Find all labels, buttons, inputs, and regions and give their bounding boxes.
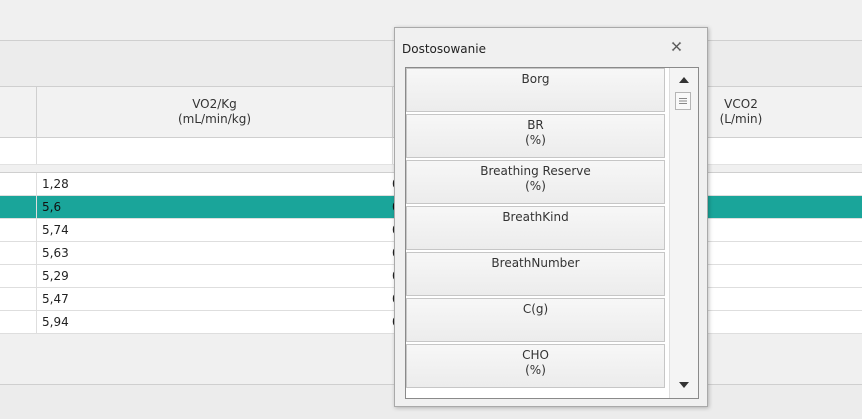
cell-vo2kg[interactable]: 5,29 (42, 265, 69, 287)
customization-popup: Dostosowanie Borg BR (%) Breathing Reser… (394, 27, 708, 407)
close-icon[interactable] (669, 39, 683, 53)
list-item-label: BreathNumber (491, 256, 580, 270)
popup-title: Dostosowanie (402, 42, 486, 56)
vertical-scrollbar[interactable] (669, 68, 698, 398)
list-item-unit: (%) (525, 133, 546, 147)
list-item-breathing-reserve[interactable]: Breathing Reserve (%) (406, 160, 665, 204)
column-header-label: VO2/Kg (192, 97, 237, 111)
list-item-label: BreathKind (502, 210, 569, 224)
cell-vo2kg[interactable]: 5,47 (42, 288, 69, 310)
list-item-label: C(g) (522, 302, 549, 316)
cell-vo2kg[interactable]: 5,63 (42, 242, 69, 264)
scroll-down-arrow-icon[interactable] (676, 378, 692, 392)
column-header-unit: (L/min) (719, 112, 763, 126)
row-separator (36, 288, 37, 310)
cell-vo2kg[interactable]: 1,28 (42, 173, 69, 195)
column-header-vo2kg[interactable]: VO2/Kg (mL/min/kg) (37, 87, 392, 137)
cell-vo2kg[interactable]: 5,94 (42, 311, 69, 333)
cell-vo2kg[interactable]: 5,74 (42, 219, 69, 241)
list-item-breathnumber[interactable]: BreathNumber (406, 252, 665, 296)
row-separator (36, 196, 37, 218)
row-separator (36, 242, 37, 264)
row-separator (36, 265, 37, 287)
header-separator (392, 87, 393, 137)
list-item-label: BR (527, 118, 544, 132)
scroll-thumb[interactable] (675, 92, 691, 110)
scroll-up-arrow-icon[interactable] (676, 72, 692, 86)
column-list: Borg BR (%) Breathing Reserve (%) Breath… (406, 68, 667, 390)
list-item-borg[interactable]: Borg (406, 68, 665, 112)
column-header-unit: (mL/min/kg) (177, 112, 252, 126)
list-item-label: Borg (521, 72, 550, 86)
list-item-cho[interactable]: CHO (%) (406, 344, 665, 388)
cell-vo2kg[interactable]: 5,6 (42, 196, 61, 218)
list-item-cg[interactable]: C(g) (406, 298, 665, 342)
hidden-columns-list[interactable]: Borg BR (%) Breathing Reserve (%) Breath… (405, 67, 699, 399)
list-item-label: CHO (522, 348, 549, 362)
row-separator (36, 219, 37, 241)
list-item-br[interactable]: BR (%) (406, 114, 665, 158)
filter-separator (392, 138, 393, 164)
row-separator (36, 311, 37, 333)
list-item-breathkind[interactable]: BreathKind (406, 206, 665, 250)
list-item-label: Breathing Reserve (480, 164, 591, 178)
list-item-unit: (%) (525, 363, 546, 377)
row-separator (36, 173, 37, 195)
column-header-vco2[interactable]: VCO2 (L/min) (706, 87, 776, 137)
filter-separator (36, 138, 37, 164)
column-header-label: VCO2 (724, 97, 758, 111)
list-item-unit: (%) (525, 179, 546, 193)
